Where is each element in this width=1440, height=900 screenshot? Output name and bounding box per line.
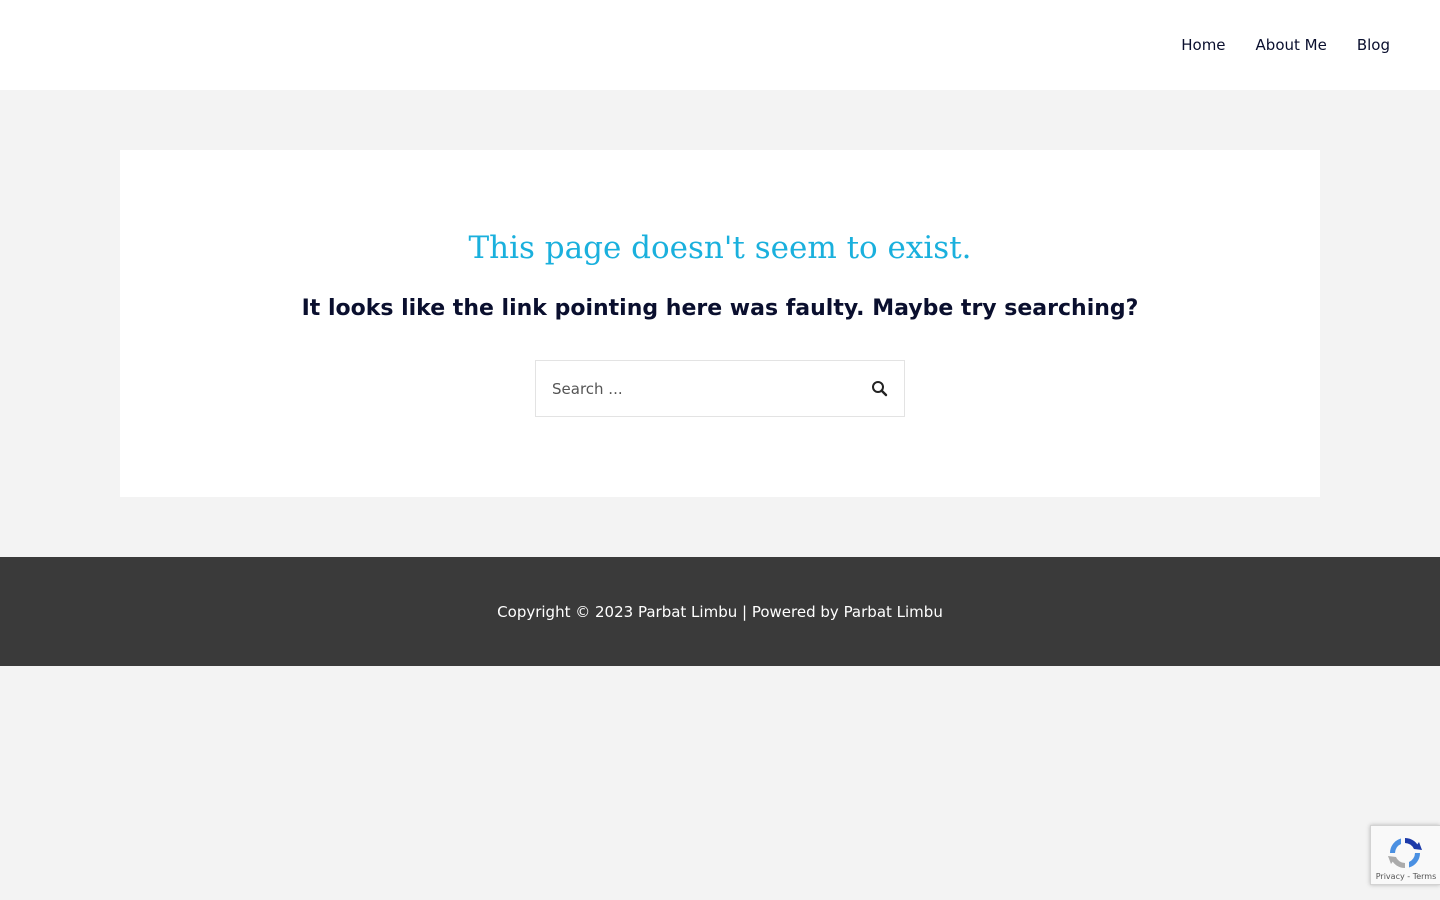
- page-title: This page doesn't seem to exist.: [468, 230, 972, 266]
- nav-item-home[interactable]: Home: [1181, 36, 1225, 54]
- recaptcha-terms-link[interactable]: Terms: [1413, 872, 1437, 881]
- powered-by-separator: | Powered by: [742, 602, 839, 621]
- search-input[interactable]: [536, 361, 856, 416]
- nav-item-blog[interactable]: Blog: [1357, 36, 1390, 54]
- search-form: [535, 360, 905, 417]
- footer-powered-by-link[interactable]: Parbat Limbu: [844, 603, 943, 621]
- search-button[interactable]: [870, 379, 890, 399]
- search-icon: [872, 381, 888, 397]
- main-nav: Home About Me Blog: [1151, 0, 1390, 90]
- footer-copyright: Copyright © 2023 Parbat Limbu | Powered …: [0, 557, 1440, 666]
- page-subtitle: It looks like the link pointing here was…: [301, 296, 1139, 321]
- recaptcha-separator: -: [1407, 872, 1411, 881]
- site-footer: Copyright © 2023 Parbat Limbu | Powered …: [0, 557, 1440, 666]
- footer-site-link[interactable]: Parbat Limbu: [638, 603, 737, 621]
- recaptcha-logo-icon: [1388, 837, 1422, 869]
- copyright-prefix: Copyright © 2023: [497, 602, 634, 621]
- recaptcha-links: Privacy - Terms: [1371, 872, 1440, 881]
- nav-item-about-me[interactable]: About Me: [1256, 36, 1327, 54]
- recaptcha-privacy-link[interactable]: Privacy: [1376, 872, 1405, 881]
- recaptcha-badge[interactable]: Privacy - Terms: [1370, 825, 1440, 885]
- site-header: Home About Me Blog: [0, 0, 1440, 90]
